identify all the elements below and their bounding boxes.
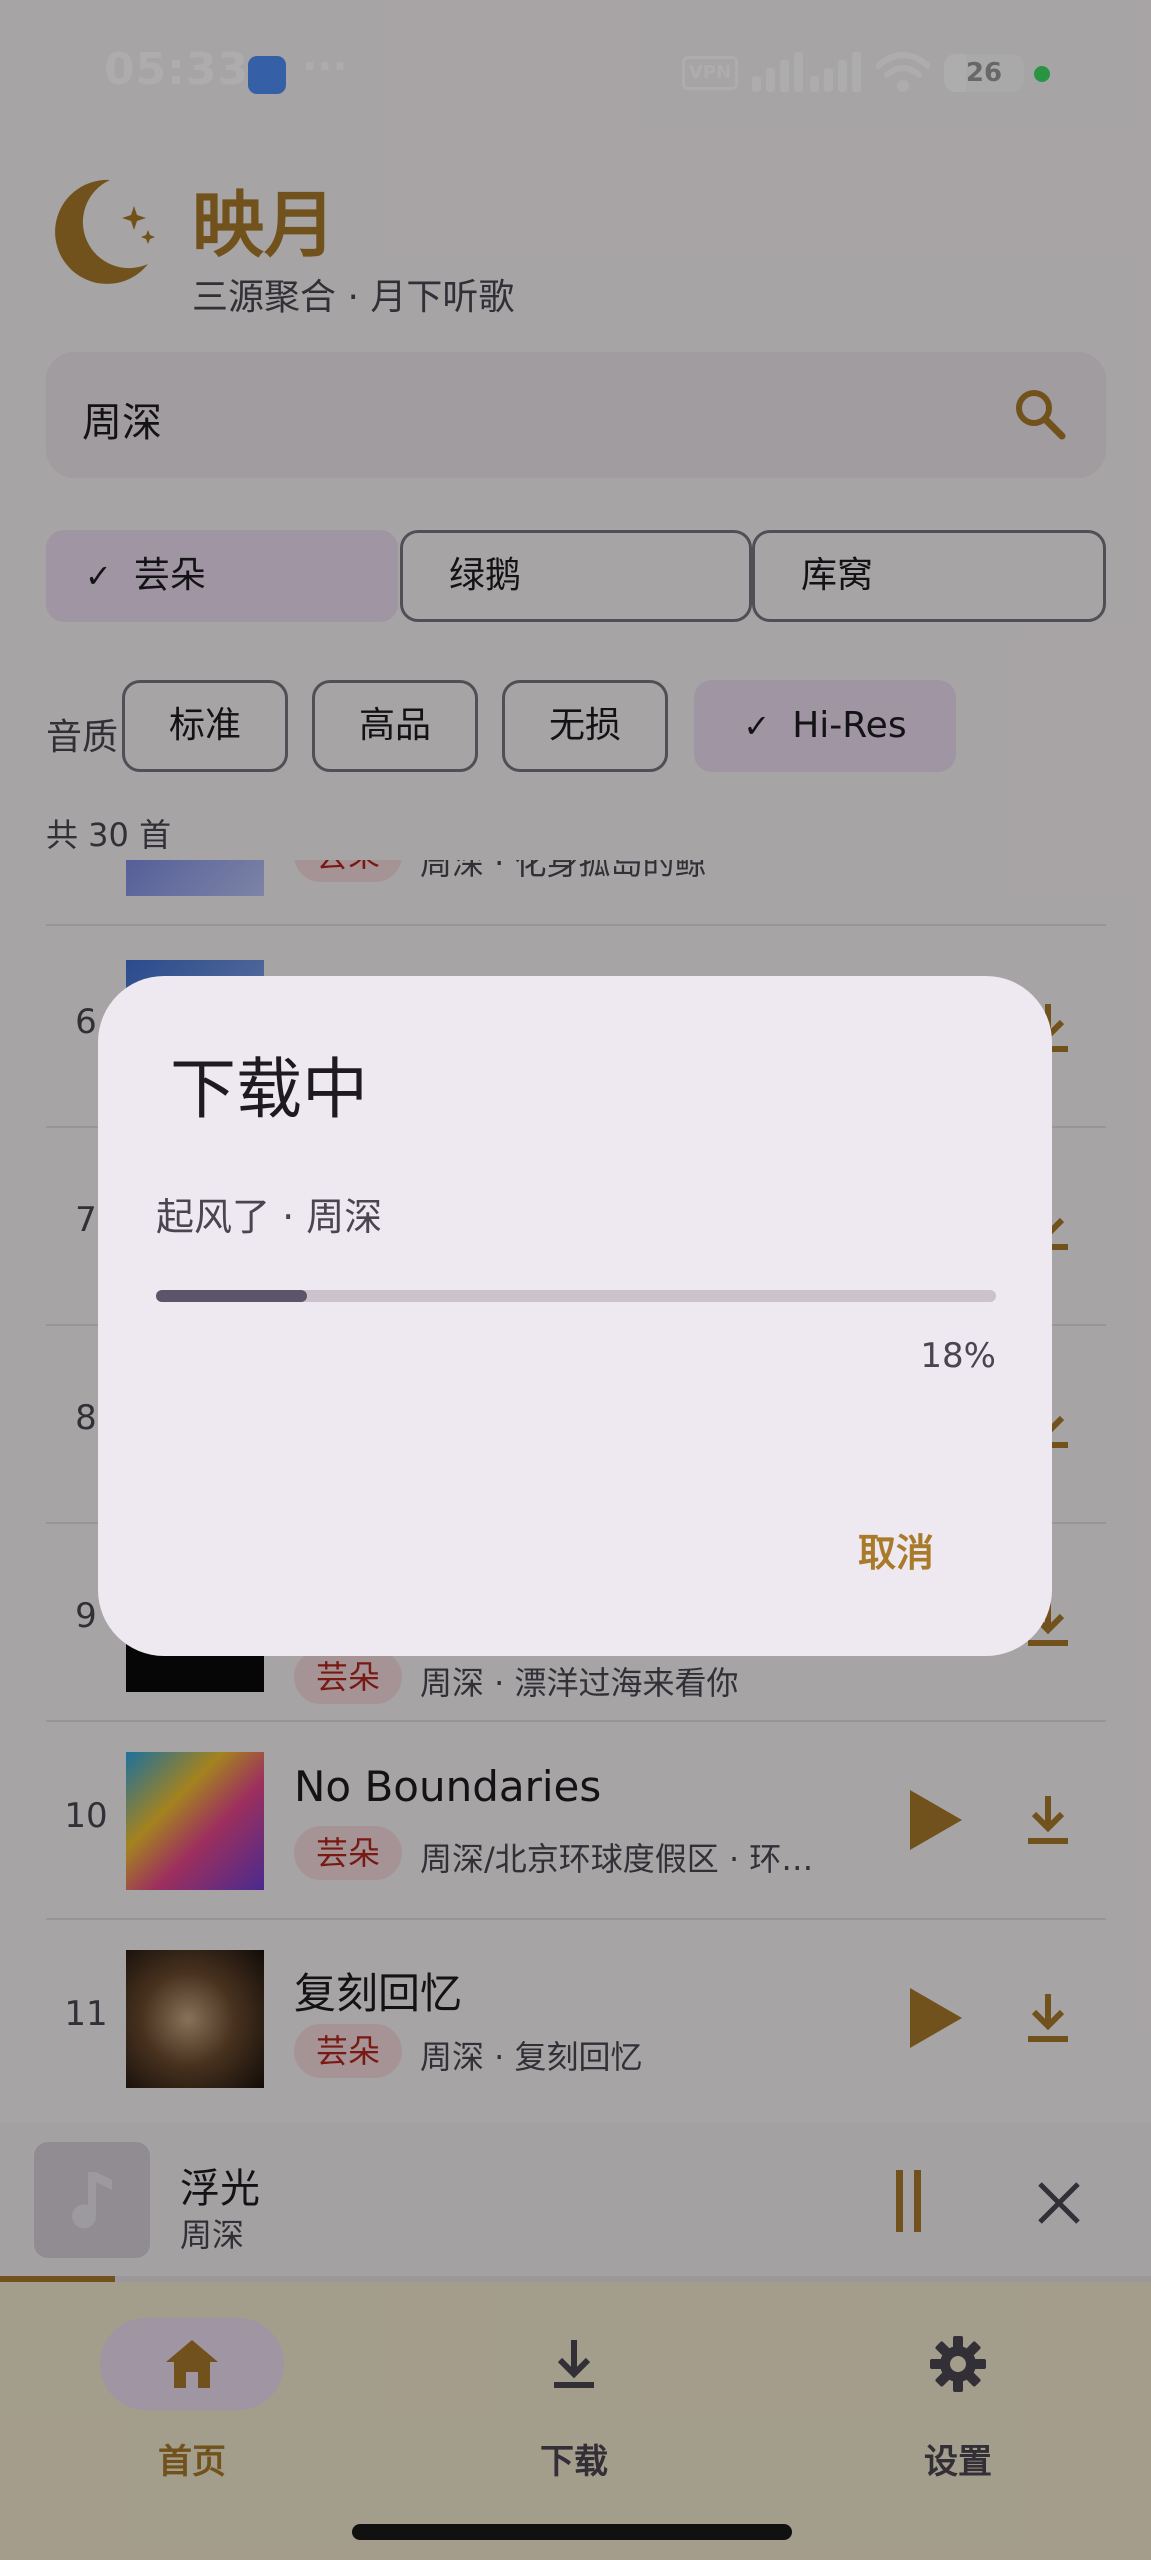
dialog-subtitle: 起风了 · 周深 [156,1195,383,1239]
dialog-title: 下载中 [170,1051,368,1128]
cancel-button[interactable]: 取消 [836,1522,956,1577]
home-indicator[interactable] [352,2524,792,2540]
download-percent: 18% [920,1336,996,1376]
download-progress-fill [156,1290,307,1302]
